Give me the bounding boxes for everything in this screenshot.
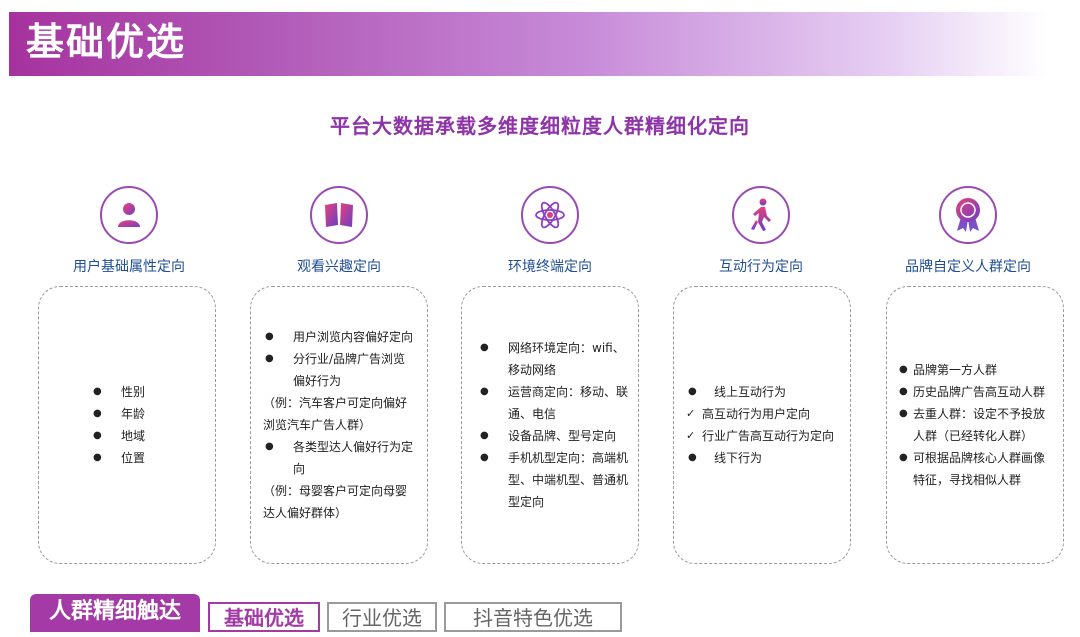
list-item: 线上互动行为	[686, 381, 840, 403]
book-icon	[310, 186, 368, 244]
card-interaction: 线上互动行为 高互动行为用户定向 行业广告高互动行为定向 线下行为	[673, 286, 851, 564]
list-item: 年龄	[91, 403, 205, 425]
column-environment: 环境终端定向	[459, 186, 641, 276]
column-label: 观看兴趣定向	[297, 259, 381, 275]
list-item: 可根据品牌核心人群画像特征，寻找相似人群	[899, 447, 1053, 491]
list-item: 历史品牌广告高互动人群	[899, 381, 1053, 403]
list-item: 性别	[91, 381, 205, 403]
column-user-attributes: 用户基础属性定向	[38, 186, 220, 276]
list-item: 网络环境定向：wifi、移动网络	[478, 337, 628, 381]
column-label: 品牌自定义人群定向	[905, 259, 1031, 275]
list-item: 行业广告高互动行为定向	[686, 425, 840, 447]
award-ribbon-icon	[939, 186, 997, 244]
tab-douyin-selection[interactable]: 抖音特色优选	[444, 602, 622, 632]
list-item: 各类型达人偏好行为定向	[263, 436, 417, 480]
list-item: 去重人群：设定不予投放人群（已经转化人群）	[899, 403, 1053, 447]
atom-icon	[521, 186, 579, 244]
list-item-note: （例：汽车客户可定向偏好浏览汽车广告人群）	[263, 396, 408, 432]
list-item: 高互动行为用户定向	[686, 403, 840, 425]
tab-industry-selection[interactable]: 行业优选	[327, 602, 437, 632]
card-interest: 用户浏览内容偏好定向 分行业/品牌广告浏览偏好行为 （例：汽车客户可定向偏好浏览…	[250, 286, 428, 564]
card-environment: 网络环境定向：wifi、移动网络 运营商定向：移动、联通、电信 设备品牌、型号定…	[461, 286, 639, 564]
card-user-attributes: 性别 年龄 地域 位置	[38, 286, 216, 564]
list-item: 用户浏览内容偏好定向	[263, 326, 417, 348]
column-brand-custom: 品牌自定义人群定向	[877, 186, 1059, 276]
column-interaction: 互动行为定向	[670, 186, 852, 276]
list-item: 线下行为	[686, 447, 840, 469]
list-item: 分行业/品牌广告浏览偏好行为	[263, 348, 417, 392]
list-item: 设备品牌、型号定向	[478, 425, 628, 447]
list-item: 地域	[91, 425, 205, 447]
list-item: 品牌第一方人群	[899, 359, 1053, 381]
list-item-note: （例：母婴客户可定向母婴达人偏好群体）	[263, 484, 408, 520]
list-item: 位置	[91, 447, 205, 469]
column-label: 环境终端定向	[508, 259, 592, 275]
section-subtitle: 平台大数据承载多维度细粒度人群精细化定向	[330, 114, 750, 138]
user-icon	[100, 186, 158, 244]
walking-person-icon	[732, 186, 790, 244]
tab-crowd-reach[interactable]: 人群精细触达	[30, 594, 200, 632]
column-label: 互动行为定向	[719, 259, 803, 275]
column-interest: 观看兴趣定向	[248, 186, 430, 276]
list-item: 手机机型定向：高端机型、中端机型、普通机型定向	[478, 447, 628, 513]
tab-basic-selection[interactable]: 基础优选	[208, 602, 320, 632]
page-title: 基础优选	[26, 20, 187, 64]
column-label: 用户基础属性定向	[73, 259, 185, 275]
card-brand-custom: 品牌第一方人群 历史品牌广告高互动人群 去重人群：设定不予投放人群（已经转化人群…	[886, 286, 1064, 564]
list-item: 运营商定向：移动、联通、电信	[478, 381, 628, 425]
